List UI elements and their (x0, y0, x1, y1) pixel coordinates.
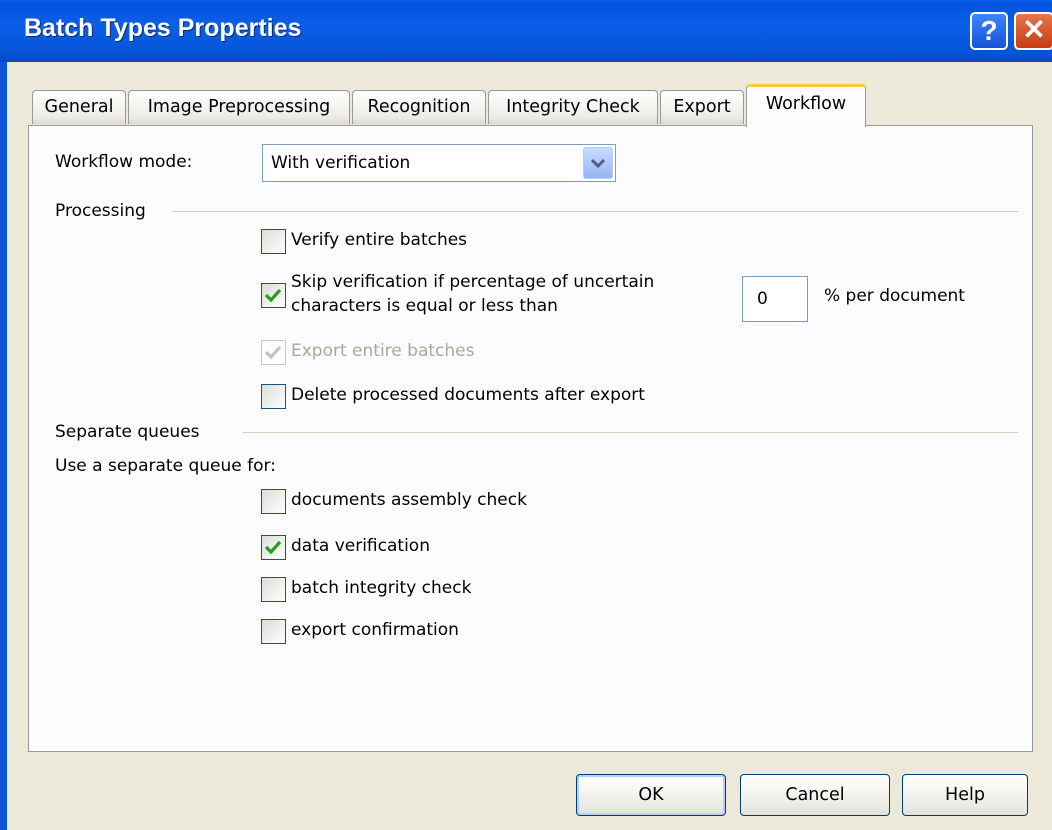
processing-divider (172, 211, 1018, 212)
separate-queues-group-label: Separate queues (55, 422, 200, 442)
checkmark-icon (264, 540, 282, 555)
checkmark-icon (264, 345, 282, 360)
queue-batch-integrity-checkbox[interactable] (261, 577, 286, 602)
workflow-mode-select[interactable]: With verification (262, 144, 616, 182)
checkmark-icon (264, 288, 282, 303)
skip-verification-label-line2[interactable]: characters is equal or less than (291, 296, 558, 316)
verify-entire-batches-checkbox[interactable] (261, 229, 286, 254)
verify-entire-batches-label[interactable]: Verify entire batches (291, 230, 467, 250)
delete-processed-checkbox[interactable] (261, 384, 286, 409)
window-frame-left (0, 62, 7, 830)
chevron-down-icon (591, 158, 605, 168)
tab-workflow[interactable]: Workflow (746, 84, 866, 127)
tab-export[interactable]: Export (660, 90, 744, 124)
uncertain-percentage-input[interactable]: 0 (742, 276, 808, 322)
window-title: Batch Types Properties (24, 14, 302, 42)
export-entire-batches-checkbox[interactable] (261, 340, 286, 365)
queue-export-confirmation-checkbox[interactable] (261, 619, 286, 644)
help-button[interactable]: Help (902, 774, 1028, 816)
processing-group-label: Processing (55, 201, 146, 221)
title-help-button[interactable]: ? (970, 12, 1008, 50)
percent-per-document-label: % per document (824, 286, 965, 306)
close-x-icon: ✕ (1022, 14, 1046, 45)
tab-image-preprocessing[interactable]: Image Preprocessing (128, 90, 350, 124)
queue-export-confirmation-label[interactable]: export confirmation (291, 620, 459, 640)
uncertain-percentage-value: 0 (757, 289, 768, 309)
cancel-button[interactable]: Cancel (740, 774, 890, 816)
skip-verification-label-line1[interactable]: Skip verification if percentage of uncer… (291, 272, 654, 292)
question-mark-icon: ? (980, 15, 998, 46)
queue-data-verification-checkbox[interactable] (261, 535, 286, 560)
ok-button[interactable]: OK (576, 774, 726, 816)
skip-verification-checkbox[interactable] (261, 283, 286, 308)
workflow-mode-label: Workflow mode: (55, 152, 193, 172)
delete-processed-label[interactable]: Delete processed documents after export (291, 385, 645, 405)
queue-data-verification-label[interactable]: data verification (291, 536, 430, 556)
tab-general[interactable]: General (32, 90, 126, 124)
tab-integrity-check[interactable]: Integrity Check (488, 90, 658, 124)
tab-recognition[interactable]: Recognition (352, 90, 486, 124)
export-entire-batches-label: Export entire batches (291, 341, 475, 361)
workflow-mode-value: With verification (271, 153, 411, 173)
queue-documents-assembly-checkbox[interactable] (261, 489, 286, 514)
queue-batch-integrity-label[interactable]: batch integrity check (291, 578, 471, 598)
title-close-button[interactable]: ✕ (1014, 12, 1052, 50)
queue-documents-assembly-label[interactable]: documents assembly check (291, 490, 527, 510)
separate-queues-intro: Use a separate queue for: (55, 456, 276, 476)
dropdown-button[interactable] (583, 147, 613, 179)
title-bar[interactable]: Batch Types Properties ? ✕ (0, 0, 1052, 62)
separate-queues-divider (243, 432, 1018, 433)
workflow-panel: Workflow mode: With verification Process… (28, 125, 1033, 752)
